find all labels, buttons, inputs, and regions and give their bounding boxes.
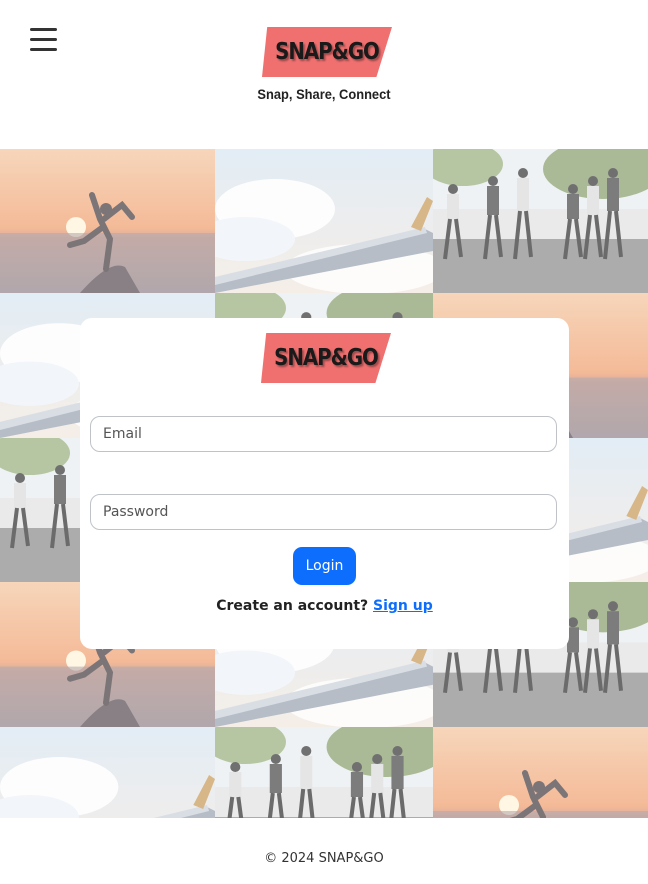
header-logo-text: SNAP&GO — [275, 39, 380, 65]
hamburger-menu-icon[interactable] — [30, 28, 57, 52]
login-button[interactable]: Login — [293, 547, 356, 585]
footer-copyright: © 2024 SNAP&GO — [264, 851, 384, 866]
signup-link[interactable]: Sign up — [373, 598, 433, 614]
running-group-photo — [215, 727, 433, 818]
signup-prompt: Create an account? — [216, 598, 369, 614]
email-field[interactable] — [90, 416, 557, 452]
header-logo[interactable]: SNAP&GO — [262, 27, 392, 77]
card-logo-text: SNAP&GO — [274, 345, 379, 371]
sunset-jump-photo — [433, 727, 648, 818]
page: SNAP&GO Snap, Share, Connect SNAP&GO Ema… — [0, 0, 648, 884]
sunset-jump-photo — [0, 149, 215, 293]
airplane-wing-photo — [0, 727, 215, 818]
running-group-photo — [433, 149, 648, 293]
password-field[interactable] — [90, 494, 557, 530]
signup-line: Create an account? Sign up — [80, 598, 569, 614]
airplane-wing-photo — [215, 149, 433, 293]
card-logo: SNAP&GO — [261, 333, 391, 383]
tagline: Snap, Share, Connect — [257, 86, 391, 102]
